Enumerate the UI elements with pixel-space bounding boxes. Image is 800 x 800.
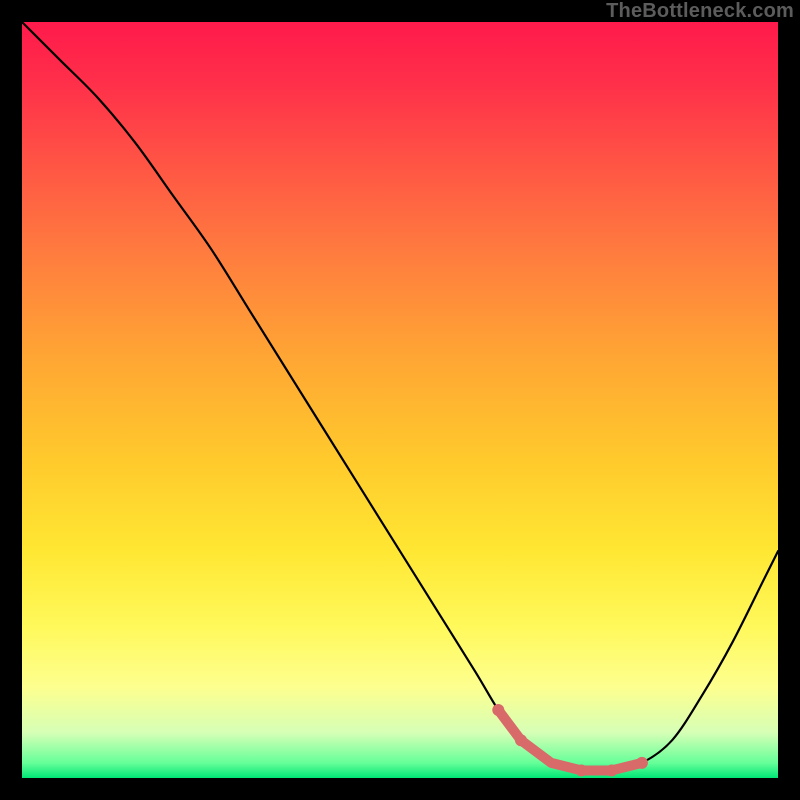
trough-dot [606,764,618,776]
trough-dot [575,764,587,776]
trough-dot [636,757,648,769]
watermark-text: TheBottleneck.com [606,0,794,23]
bottleneck-curve [22,22,778,771]
trough-dot [515,734,527,746]
chart-svg [22,22,778,778]
trough-dot [492,704,504,716]
chart-canvas [22,22,778,778]
